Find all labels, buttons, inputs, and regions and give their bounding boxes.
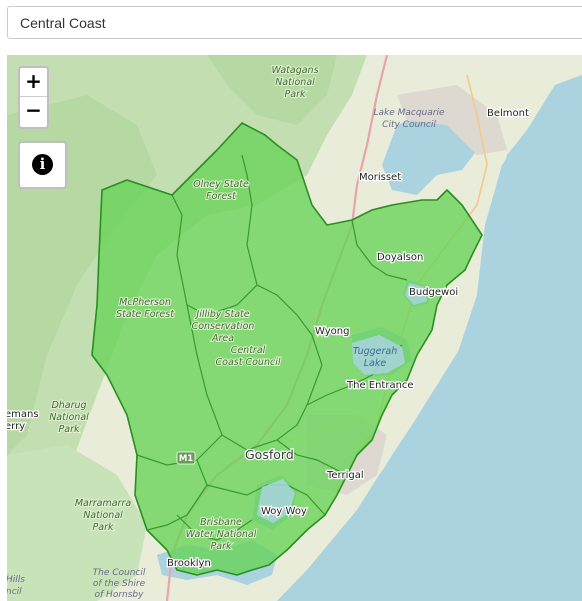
town-label-line: emans — [7, 409, 39, 420]
park-label-line: Dharug — [51, 400, 86, 411]
park-label-line: National — [275, 77, 315, 88]
park-label-line: Area — [211, 333, 234, 344]
search-input[interactable] — [7, 6, 582, 39]
map-view[interactable]: Watagans National Park Lake Macquarie Ci… — [7, 55, 582, 601]
label-belmont: Belmont — [487, 108, 529, 119]
park-label-line: Park — [93, 522, 114, 533]
map-canvas[interactable]: Watagans National Park Lake Macquarie Ci… — [7, 55, 582, 601]
park-label-line: Marramarra — [75, 498, 132, 509]
park-label-line: Park — [59, 424, 80, 435]
label-budgewoi: Budgewoi — [409, 287, 458, 298]
label-gosford: Gosford — [245, 447, 294, 462]
label-brooklyn: Brooklyn — [167, 558, 211, 569]
park-label-line: McPherson — [119, 297, 171, 308]
council-label-line: City Council — [382, 120, 436, 130]
water-label-line: Lake — [364, 358, 387, 369]
park-label-line: Conservation — [192, 321, 255, 332]
council-label-line: ncil — [7, 587, 22, 597]
park-label-line: Forest — [206, 191, 237, 202]
info-circle-icon: i — [32, 154, 53, 175]
park-label-line: Olney State — [193, 179, 249, 190]
council-label-line: Lake Macquarie — [373, 108, 445, 118]
zoom-control: + − — [18, 66, 49, 129]
m1-shield: M1 — [176, 451, 196, 465]
info-button[interactable]: i — [18, 141, 67, 189]
council-label-line: of Hornsby — [95, 590, 145, 600]
label-terrigal: Terrigal — [326, 470, 364, 481]
council-label-line: Hills — [7, 575, 25, 585]
water-label-line: Tuggerah — [353, 346, 398, 357]
label-wyong: Wyong — [315, 326, 349, 337]
zoom-in-button[interactable]: + — [20, 68, 47, 97]
council-label-line: The Council — [93, 568, 146, 578]
label-woy-woy: Woy Woy — [261, 506, 307, 517]
council-label-line: Coast Council — [216, 357, 281, 368]
park-label-line: Brisbane — [200, 517, 242, 528]
park-label-line: Jilliby State — [194, 309, 249, 320]
label-the-entrance: The Entrance — [346, 380, 414, 391]
council-label-line: of the Shire — [93, 579, 146, 589]
park-label-line: State Forest — [116, 309, 175, 320]
park-label-line: Water National — [186, 529, 257, 540]
park-label-line: Park — [211, 541, 232, 552]
park-label-line: Watagans — [271, 65, 318, 76]
park-label-line: Park — [285, 89, 306, 100]
label-hornsby: The Council of the Shire of Hornsby — [93, 568, 146, 600]
town-label-line: erry — [7, 421, 25, 432]
label-morisset: Morisset — [359, 172, 401, 183]
zoom-out-button[interactable]: − — [20, 97, 47, 126]
m1-label: M1 — [179, 454, 193, 464]
label-doyalson: Doyalson — [377, 252, 423, 263]
council-label-line: Central — [231, 345, 266, 356]
label-mcpherson: McPherson State Forest — [115, 296, 176, 321]
park-label-line: National — [83, 510, 123, 521]
park-label-line: National — [49, 412, 89, 423]
